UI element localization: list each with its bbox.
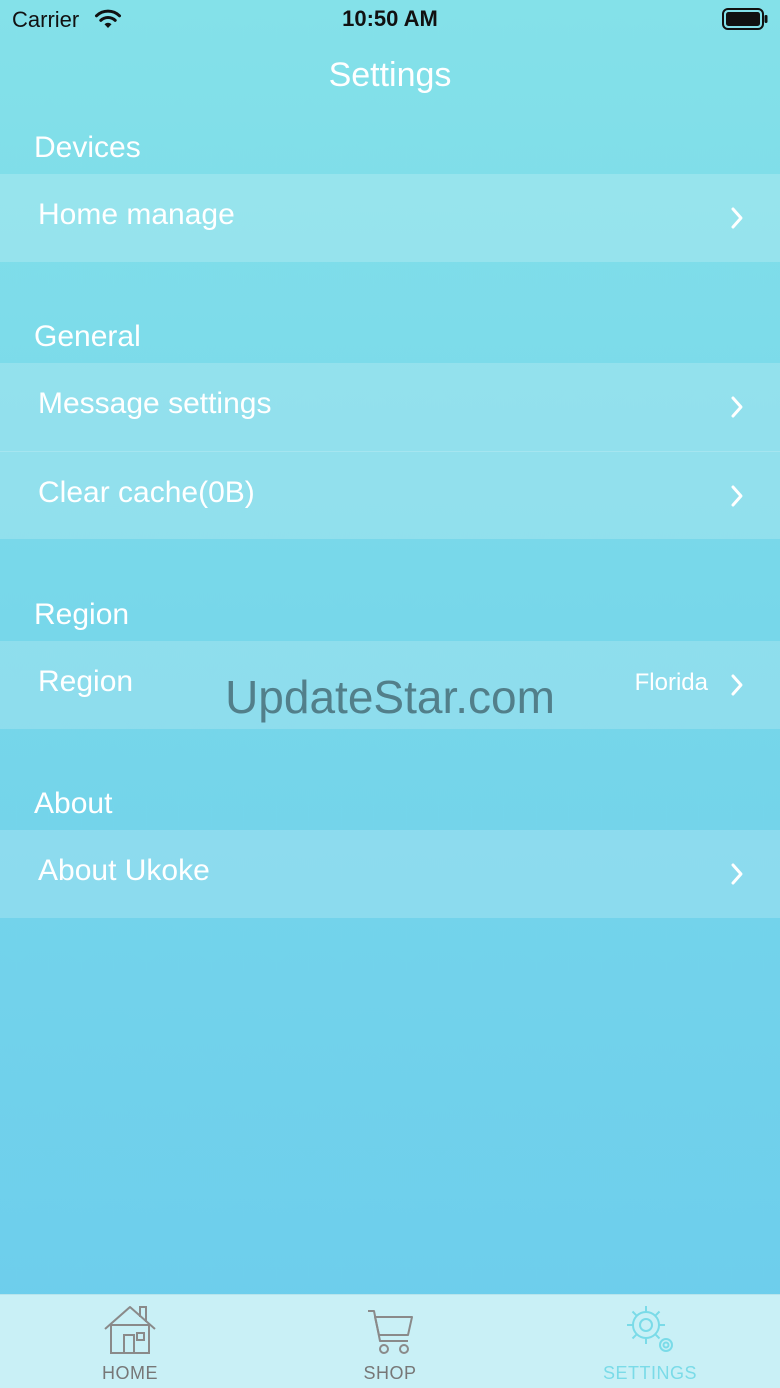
tab-shop[interactable]: SHOP [260,1295,520,1388]
tab-label-shop: SHOP [363,1363,417,1383]
status-time: 10:50 AM [342,6,438,31]
settings-row-clear-cache[interactable]: Clear cache(0B) [0,451,780,539]
row-label: Home manage [38,198,235,231]
chevron-right-icon [731,485,743,507]
tab-home[interactable]: HOME [0,1295,260,1388]
chevron-right-icon [731,207,743,229]
chevron-right-icon [731,396,743,418]
region-value: Florida [634,669,708,696]
settings-row-home-manage[interactable]: Home manage [0,174,780,262]
row-label: Clear cache(0B) [38,476,255,509]
page-title: Settings [328,56,452,94]
status-bar: Carrier 10:50 AM [0,0,780,40]
section-header-region: Region [34,598,130,631]
battery-icon [722,8,768,30]
settings-row-region[interactable]: Region Florida [0,641,780,729]
chevron-right-icon [731,863,743,885]
tab-label-settings: SETTINGS [602,1363,697,1383]
section-header-about: About [34,787,113,820]
settings-row-message-settings[interactable]: Message settings [0,363,780,451]
tab-settings[interactable]: SETTINGS [520,1295,780,1388]
row-label: Message settings [38,387,272,420]
row-label: About Ukoke [38,854,210,887]
gear-icon [627,1306,673,1352]
section-header-devices: Devices [34,131,141,164]
section-header-general: General [34,320,141,353]
row-label: Region [38,665,134,698]
settings-row-about-ukoke[interactable]: About Ukoke [0,830,780,918]
cart-icon [368,1310,413,1354]
tab-bar: HOME SHOP SETTINGS [0,1294,780,1388]
home-icon [104,1306,156,1354]
tab-label-home: HOME [102,1363,158,1383]
chevron-right-icon [731,674,743,696]
